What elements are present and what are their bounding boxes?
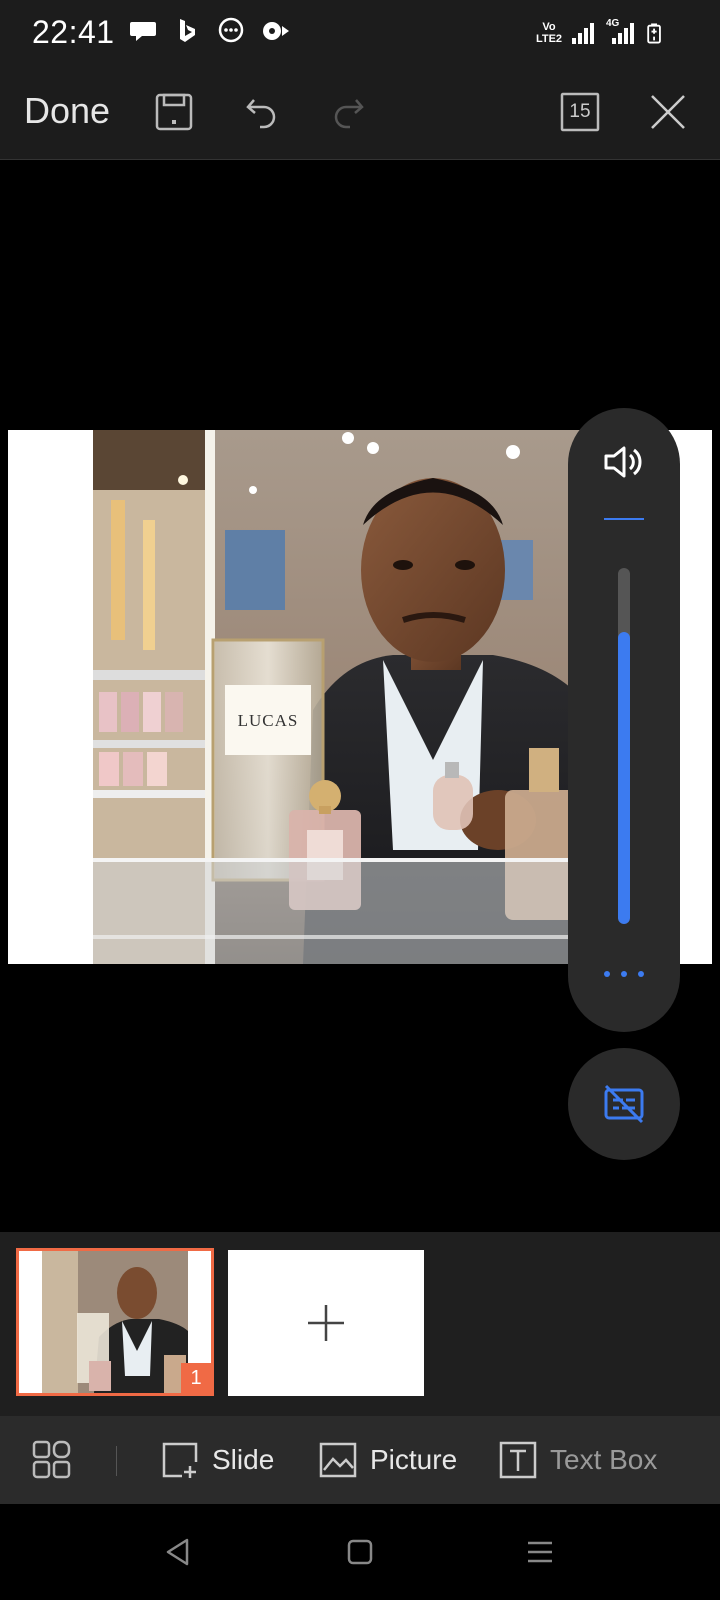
signal-4g: 4G <box>606 18 640 48</box>
slide-photo[interactable]: LUCAS <box>93 430 583 964</box>
message-icon <box>218 17 244 43</box>
textbox-label: Text Box <box>550 1444 658 1475</box>
picture-icon <box>319 1442 357 1478</box>
status-bar: 22:41 Vo LTE2 4G <box>0 0 720 64</box>
undo-icon[interactable] <box>238 88 286 136</box>
back-icon[interactable] <box>158 1532 198 1572</box>
product-label: LUCAS <box>238 711 299 730</box>
slide-number: 1 <box>181 1363 211 1393</box>
add-slide-icon <box>162 1442 198 1478</box>
text-box-icon <box>499 1441 537 1479</box>
volume-slider[interactable] <box>618 568 630 924</box>
close-icon[interactable] <box>644 88 692 136</box>
insert-slide-button[interactable]: Slide <box>160 1438 274 1482</box>
slide-label: Slide <box>212 1444 275 1475</box>
grid-layout-icon <box>32 1440 71 1479</box>
bing-icon <box>180 19 195 42</box>
status-time: 22:41 <box>32 14 115 50</box>
redo-icon[interactable] <box>324 88 372 136</box>
volume-indicator <box>604 518 644 520</box>
plus-icon <box>308 1305 344 1341</box>
signal-icon-2 <box>612 23 634 44</box>
picture-label: Picture <box>370 1444 458 1475</box>
notification-icons <box>128 16 290 46</box>
page-count-button[interactable]: 15 <box>556 88 604 136</box>
volume-more-icon[interactable] <box>604 964 644 984</box>
home-icon[interactable] <box>340 1532 380 1572</box>
battery-charging-icon <box>647 23 661 44</box>
system-nav-bar <box>0 1504 720 1600</box>
signal-icon <box>572 23 594 44</box>
editor-toolbar: Done 15 <box>0 64 720 160</box>
volume-panel <box>568 408 680 1032</box>
media-icon <box>263 22 289 40</box>
speaker-icon[interactable] <box>600 438 648 486</box>
volume-slider-fill <box>618 632 630 924</box>
done-button[interactable]: Done <box>24 90 110 132</box>
recents-menu-icon[interactable] <box>520 1532 560 1572</box>
insert-action-bar: Slide Picture Text Box <box>0 1416 720 1504</box>
captions-off-icon <box>604 1084 644 1124</box>
system-icons: Vo LTE2 4G <box>534 18 668 48</box>
page-count-label: 15 <box>569 101 591 122</box>
volte-label: Vo LTE2 <box>535 21 563 45</box>
insert-textbox-button[interactable]: Text Box <box>498 1438 657 1482</box>
save-icon[interactable] <box>150 88 198 136</box>
captions-off-button[interactable] <box>568 1048 680 1160</box>
slide-thumbnail[interactable]: 1 <box>16 1248 214 1396</box>
chat-bubble-icon <box>130 22 156 41</box>
divider <box>116 1446 117 1476</box>
slide-thumbnail-strip: 1 <box>0 1232 720 1416</box>
layout-button[interactable] <box>32 1438 72 1482</box>
insert-picture-button[interactable]: Picture <box>318 1438 457 1482</box>
add-slide-button[interactable] <box>228 1250 424 1396</box>
